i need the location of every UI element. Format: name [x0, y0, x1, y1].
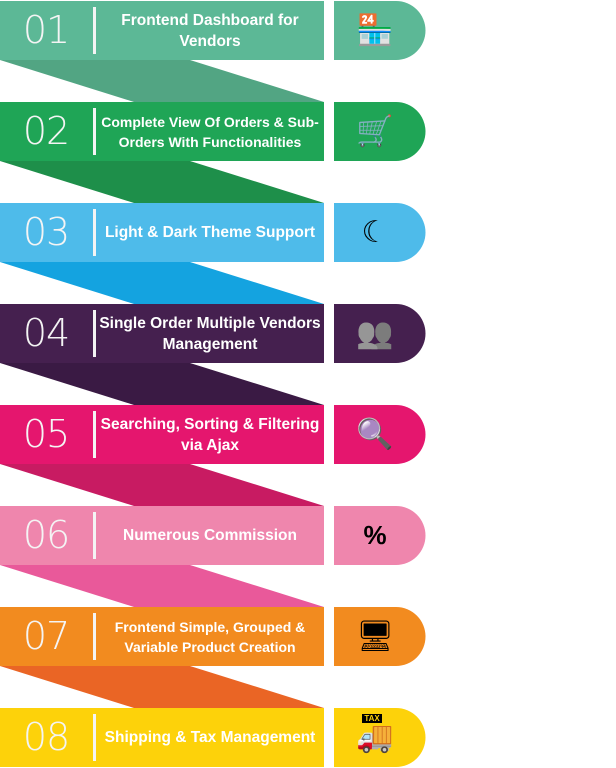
feature-label: Shipping & Tax Management — [104, 729, 316, 746]
feature-row: 01 Frontend Dashboard for Vendors 🏪 — [0, 1, 430, 60]
ribbon-connector — [0, 161, 324, 203]
search-filter-icon: 🔍 — [356, 418, 394, 451]
divider — [93, 108, 96, 155]
feature-label: Light & Dark Theme Support — [104, 224, 316, 241]
divider — [93, 7, 96, 54]
feature-row: 03 Light & Dark Theme Support ☾ — [0, 203, 430, 262]
feature-number: 05 — [22, 412, 70, 456]
store-icon: 🏪 — [356, 14, 394, 47]
feature-row: 06 Numerous Commission % — [0, 506, 430, 565]
divider — [93, 512, 96, 559]
vendors-icon: 👥 — [356, 317, 394, 350]
feature-row: 08 Shipping & Tax Management TAX 🚚 — [0, 708, 430, 767]
tax-label: TAX — [362, 714, 382, 723]
day-night-icon: ☾ — [361, 216, 389, 249]
feature-label: Frontend Simple, Grouped & Variable Prod… — [114, 618, 306, 655]
feature-number: 02 — [22, 109, 70, 153]
feature-label: Complete View Of Orders & Sub-Orders Wit… — [101, 113, 319, 150]
feature-label: Numerous Commission — [123, 527, 297, 544]
divider — [93, 411, 96, 458]
feature-number: 04 — [22, 311, 70, 355]
feature-row: 05 Searching, Sorting & Filtering via Aj… — [0, 405, 430, 464]
feature-label: Searching, Sorting & Filtering via Ajax — [100, 415, 320, 454]
feature-number: 03 — [22, 210, 70, 254]
feature-number: 08 — [22, 715, 70, 759]
feature-row: 07 Frontend Simple, Grouped & Variable P… — [0, 607, 430, 666]
feature-number: 01 — [22, 8, 70, 52]
ribbon-connector — [0, 464, 324, 506]
tax-truck-icon: TAX 🚚 — [356, 714, 394, 754]
divider — [93, 613, 96, 660]
feature-row: 04 Single Order Multiple Vendors Managem… — [0, 304, 430, 363]
feature-number: 07 — [22, 614, 70, 658]
ribbon-connector — [0, 60, 324, 102]
ribbon-connector — [0, 363, 324, 405]
feature-infographic: 01 Frontend Dashboard for Vendors 🏪 02 Co… — [0, 0, 616, 768]
ribbon-connector — [0, 262, 324, 304]
divider — [93, 310, 96, 357]
product-screen-icon: 🖥 — [355, 620, 395, 653]
feature-label: Frontend Dashboard for Vendors — [121, 11, 299, 50]
ribbon-connector — [0, 666, 324, 708]
divider — [93, 209, 96, 256]
commission-icon: % — [363, 520, 387, 550]
feature-label: Single Order Multiple Vendors Management — [99, 314, 321, 353]
ribbon-connector — [0, 565, 324, 607]
order-cart-icon: 🛒 — [356, 115, 394, 148]
feature-number: 06 — [22, 513, 70, 557]
feature-row: 02 Complete View Of Orders & Sub-Orders … — [0, 102, 430, 161]
divider — [93, 714, 96, 761]
